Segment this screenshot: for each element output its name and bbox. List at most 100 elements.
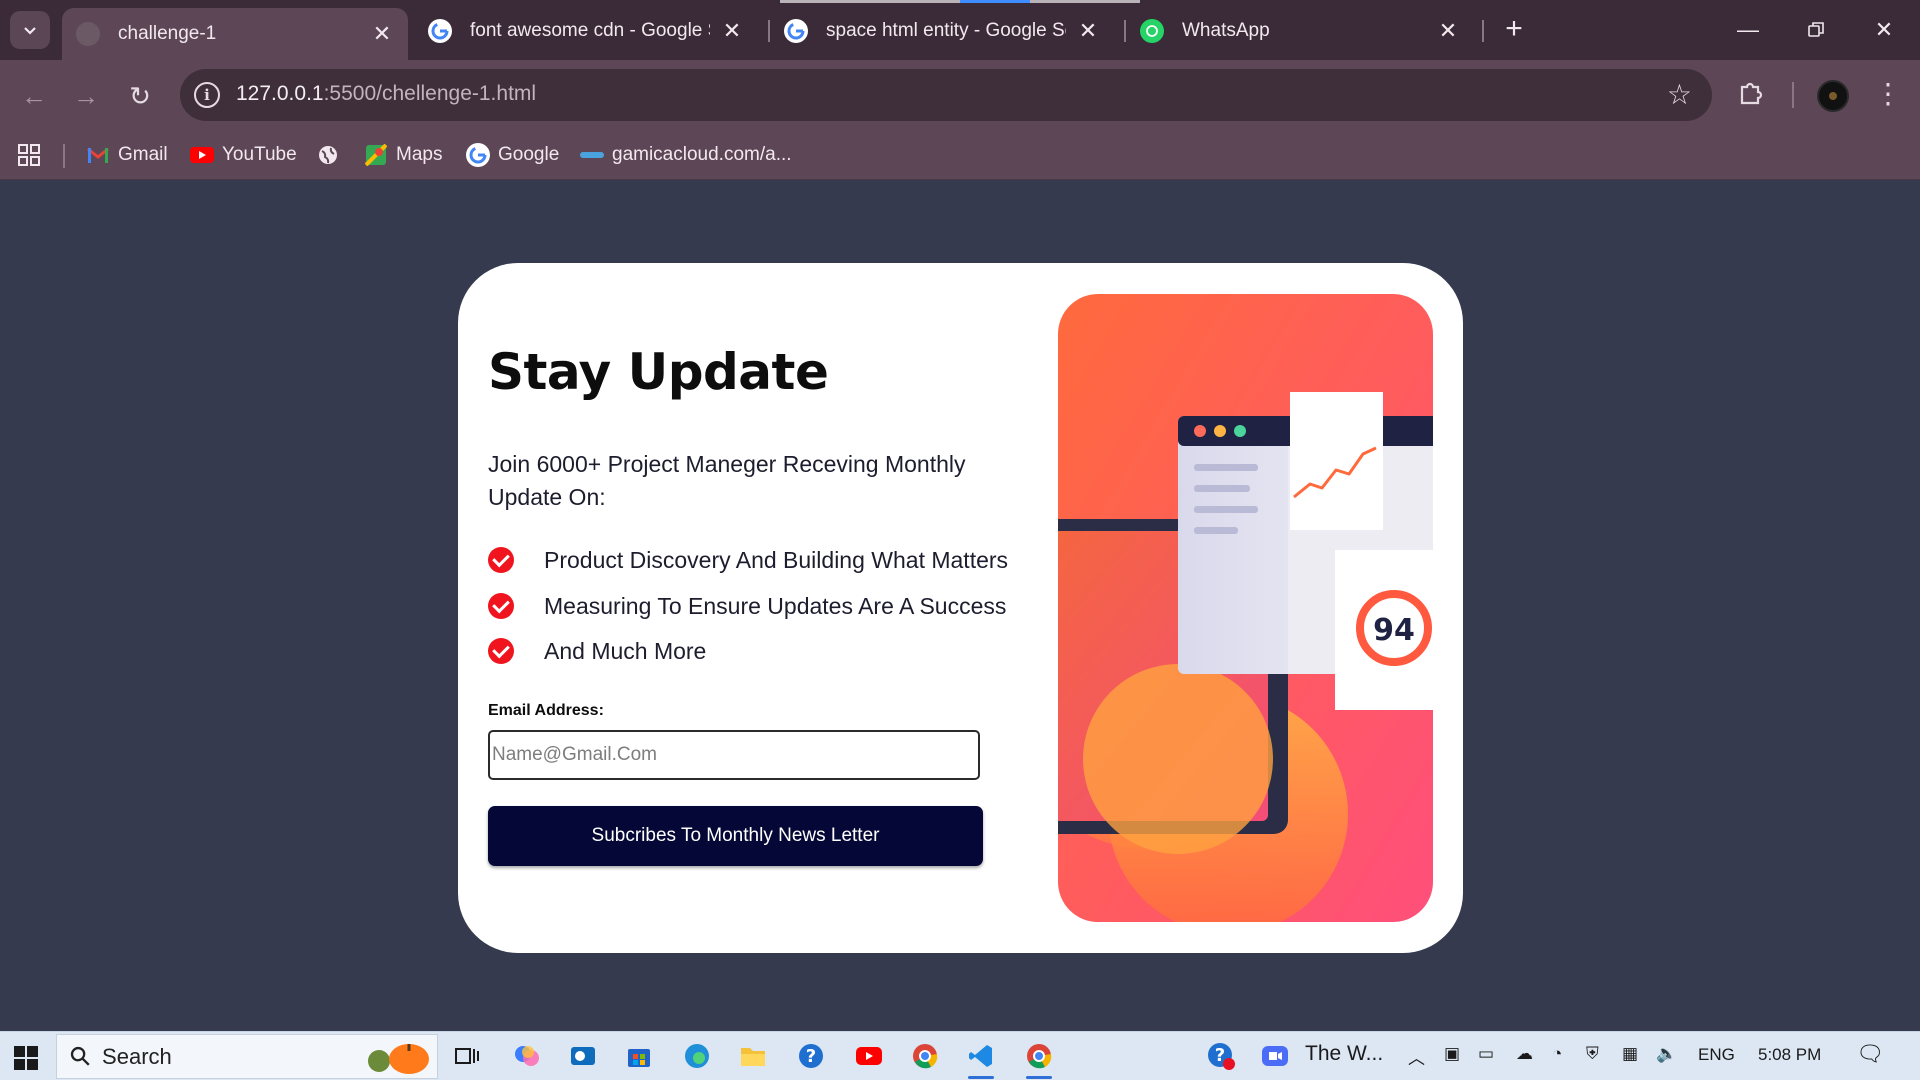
bookmark-youtube[interactable]: YouTube	[190, 140, 297, 170]
chrome-icon[interactable]	[908, 1039, 942, 1073]
outlook-icon[interactable]	[566, 1039, 600, 1073]
edge-icon[interactable]	[680, 1039, 714, 1073]
check-circle-icon	[488, 547, 514, 573]
url-text[interactable]: 127.0.0.1:5500/chellenge-1.html	[236, 82, 536, 106]
minimize-button[interactable]: —	[1728, 12, 1768, 48]
vscode-icon[interactable]	[964, 1039, 998, 1079]
back-button[interactable]: ←	[14, 76, 54, 116]
feature-label: Measuring To Ensure Updates Are A Succes…	[544, 592, 1007, 619]
meet-now-icon[interactable]: ▣	[1444, 1044, 1460, 1064]
new-tab-button[interactable]: +	[1496, 12, 1532, 46]
bookmark-label: Maps	[396, 144, 443, 165]
youtube-icon	[190, 143, 214, 167]
tab-whatsapp[interactable]: WhatsApp ✕	[1126, 8, 1474, 54]
hero-illustration: 94	[1058, 294, 1433, 922]
feature-item: And Much More	[488, 636, 706, 666]
tab-separator	[1482, 20, 1484, 42]
battery-icon[interactable]: ▭	[1478, 1044, 1494, 1064]
search-label: Search	[102, 1043, 172, 1069]
browser-toolbar: ← → ↻ i 127.0.0.1:5500/chellenge-1.html …	[0, 60, 1920, 130]
close-icon[interactable]: ✕	[1436, 18, 1460, 44]
newsletter-card: Stay Update Join 6000+ Project Maneger R…	[458, 263, 1463, 953]
toolbar-separator	[1792, 82, 1794, 108]
globe-icon	[76, 22, 100, 46]
bookmark-gmail[interactable]: Gmail	[86, 140, 168, 170]
pumpkin-icon	[368, 1044, 429, 1074]
tab-loading-line	[780, 0, 960, 3]
more-menu-icon[interactable]: ⋮	[1874, 76, 1902, 112]
close-icon[interactable]: ✕	[1076, 18, 1100, 44]
tab-space-html-entity[interactable]: space html entity - Google Sear ✕	[770, 8, 1114, 54]
intro-text: Join 6000+ Project Maneger Receving Mont…	[488, 451, 966, 510]
clock[interactable]: 5:08 PM	[1758, 1045, 1821, 1065]
bookmark-globe[interactable]	[316, 140, 348, 170]
help-alert-icon[interactable]: ?	[1204, 1039, 1238, 1073]
profile-avatar[interactable]	[1817, 80, 1849, 112]
maps-icon	[364, 143, 388, 167]
copilot-icon[interactable]	[510, 1039, 544, 1073]
bookmark-gamicacloud[interactable]: gamicacloud.com/a...	[580, 140, 792, 170]
email-label: Email Address:	[488, 702, 604, 719]
close-icon[interactable]: ✕	[720, 18, 744, 44]
tab-challenge-1[interactable]: challenge-1 ✕	[62, 8, 408, 60]
youtube-app-icon[interactable]	[852, 1039, 886, 1073]
subscribe-button[interactable]: Subcribes To Monthly News Letter	[488, 806, 983, 866]
feature-label: Product Discovery And Building What Matt…	[544, 546, 1009, 573]
close-window-button[interactable]: ✕	[1864, 12, 1904, 48]
microsoft-store-icon[interactable]	[622, 1039, 656, 1073]
zoom-icon[interactable]	[1258, 1039, 1292, 1073]
extensions-puzzle-icon[interactable]	[1736, 78, 1768, 110]
google-icon	[466, 143, 490, 167]
display-icon[interactable]: ▦	[1622, 1044, 1638, 1064]
reload-button[interactable]: ↻	[120, 76, 160, 116]
score-label: 94	[1373, 613, 1415, 648]
svg-text:?: ?	[806, 1046, 816, 1067]
language-indicator[interactable]: ENG	[1698, 1045, 1735, 1065]
feature-item: Measuring To Ensure Updates Are A Succes…	[488, 591, 1006, 621]
chevron-up-icon[interactable]: ︿	[1408, 1044, 1425, 1069]
security-shield-icon[interactable]: ⛨	[1586, 1044, 1599, 1064]
bookmark-google[interactable]: Google	[466, 140, 559, 170]
globe-icon	[316, 143, 340, 167]
url-host: 127.0.0.1	[236, 82, 324, 105]
feature-label: And Much More	[544, 637, 707, 664]
tab-title: challenge-1	[118, 23, 217, 44]
help-icon[interactable]: ?	[794, 1039, 828, 1073]
check-circle-icon	[488, 638, 514, 664]
bookmark-maps[interactable]: Maps	[364, 140, 442, 170]
taskbar-search[interactable]: ⚲ Search	[56, 1034, 438, 1079]
restore-button[interactable]	[1796, 12, 1836, 48]
pinned-window-title[interactable]: The W...	[1305, 1042, 1383, 1066]
check-circle-icon	[488, 593, 514, 619]
tab-loading-line-active	[960, 0, 1030, 3]
page-title: Stay Update	[488, 343, 829, 401]
email-field[interactable]	[488, 730, 980, 780]
site-info-icon[interactable]: i	[194, 82, 220, 108]
address-bar[interactable]: i 127.0.0.1:5500/chellenge-1.html ☆	[180, 69, 1712, 121]
notification-icon[interactable]: 🗨	[1856, 1041, 1884, 1067]
windows-start-icon[interactable]	[14, 1046, 38, 1070]
cloud-off-icon[interactable]: ☁	[1516, 1044, 1533, 1064]
volume-icon[interactable]: 🔈	[1656, 1044, 1677, 1064]
chrome-active-icon[interactable]	[1022, 1039, 1056, 1079]
forward-button[interactable]: →	[66, 76, 106, 116]
tab-font-awesome-cdn[interactable]: font awesome cdn - Google Se ✕	[414, 8, 758, 54]
tab-search-button[interactable]	[10, 11, 50, 49]
url-path: :5500/chellenge-1.html	[323, 82, 537, 105]
windows-taskbar: ⚲ Search ? ? The W... ︿ ▣ ▭ ☁ ◔ ⛨ ▦ 🔈 EN…	[0, 1031, 1920, 1080]
bookmark-separator	[63, 144, 65, 168]
bookmarks-bar: Gmail YouTube Maps Google gamicacloud.co…	[0, 130, 1920, 180]
gamica-icon	[580, 143, 604, 167]
bookmark-label: YouTube	[222, 144, 297, 165]
tab-loading-line	[1030, 0, 1140, 3]
bookmark-star-icon[interactable]: ☆	[1667, 78, 1692, 111]
bookmark-label: gamicacloud.com/a...	[612, 144, 792, 165]
close-icon[interactable]: ✕	[370, 21, 394, 47]
apps-grid-icon[interactable]	[18, 140, 40, 170]
wifi-icon[interactable]: ◔	[1552, 1044, 1562, 1064]
google-icon	[428, 19, 452, 43]
whatsapp-icon	[1140, 19, 1164, 43]
task-view-icon[interactable]	[450, 1039, 484, 1073]
file-explorer-icon[interactable]	[736, 1039, 770, 1073]
search-icon: ⚲	[62, 1038, 98, 1074]
